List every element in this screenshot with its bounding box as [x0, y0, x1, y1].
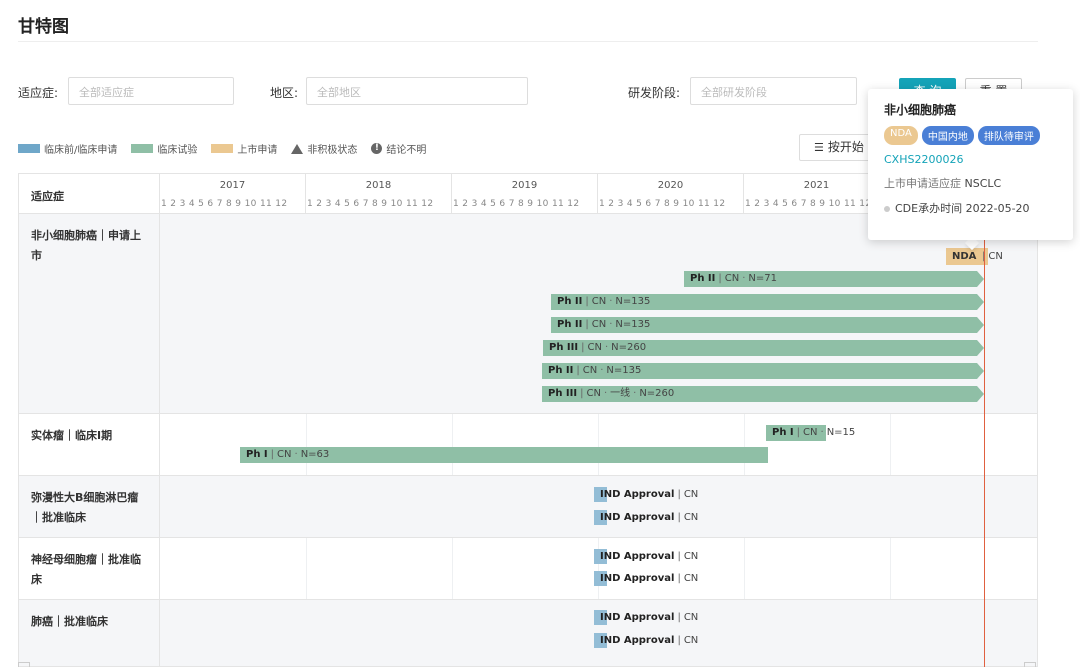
month-row: 1 2 3 4 5 6 7 8 9 10 11 12	[307, 199, 434, 209]
trial-bar[interactable]: Ph II | CN · N=135	[542, 363, 984, 379]
tooltip-date: CDE承办时间 2022-05-20	[884, 200, 1057, 216]
year-label: 2020	[657, 180, 684, 191]
bar-label: Ph III | CN · 一线 · N=260	[548, 388, 675, 399]
year-label: 2019	[511, 180, 538, 191]
ind-label: IND Approval | CN	[600, 573, 699, 584]
year-label: 2017	[219, 180, 246, 191]
bar-label: Ph I | CN · N=15	[772, 427, 856, 438]
stage-filter-input[interactable]: 全部研发阶段	[690, 77, 857, 105]
tooltip: 非小细胞肺癌 NDA 中国内地 排队待审评 CXHS2200026 上市申请适应…	[868, 89, 1073, 240]
sort-button[interactable]: ☰ 按开始	[799, 134, 879, 161]
exclamation-circle-icon: !	[371, 143, 383, 154]
trial-bar[interactable]: Ph III | CN · N=260	[543, 340, 984, 356]
bar-label: Ph II | CN · N=135	[548, 365, 642, 376]
bar-label: Ph II | CN · N=135	[557, 319, 651, 330]
bar-arrow	[977, 363, 984, 379]
row-name-dlbcl: 弥漫性大B细胞淋巴瘤｜批准临床	[19, 476, 160, 538]
row-name-lung-cancer: 肺癌｜批准临床	[19, 600, 160, 666]
legend-label: 结论不明	[386, 145, 427, 156]
legend-item-inactive: 非积极状态	[291, 141, 357, 156]
sort-list-icon: ☰	[814, 141, 824, 154]
trial-bar[interactable]: Ph II | CN · N=135	[551, 294, 984, 310]
legend-item-nda: 上市申请	[211, 141, 277, 156]
year-2019: 2019 1 2 3 4 5 6 7 8 9 10 11 12	[452, 174, 598, 214]
year-2017: 2017 1 2 3 4 5 6 7 8 9 10 11 12	[160, 174, 306, 214]
ind-label: IND Approval | CN	[600, 551, 699, 562]
bar-label: Ph I | CN · N=63	[246, 449, 330, 460]
indication-filter-input[interactable]: 全部适应症	[68, 77, 234, 105]
trial-bar[interactable]: Ph II | CN · N=135	[551, 317, 984, 333]
bar-arrow	[977, 317, 984, 333]
bar-label: Ph II | CN · N=135	[557, 296, 651, 307]
trial-bar[interactable]: Ph II | CN · N=71	[684, 271, 984, 287]
legend-swatch-nda	[211, 144, 234, 153]
trial-bar[interactable]: Ph III | CN · 一线 · N=260	[542, 386, 984, 402]
month-row: 1 2 3 4 5 6 7 8 9 10 11 12	[745, 199, 872, 209]
tooltip-tags: NDA 中国内地 排队待审评	[884, 126, 1057, 145]
tag-region: 中国内地	[921, 126, 974, 145]
legend-item-unclear: ! 结论不明	[371, 141, 426, 156]
indication-column-header: 适应症	[19, 174, 160, 214]
month-row: 1 2 3 4 5 6 7 8 9 10 11 12	[599, 199, 726, 209]
legend-swatch-clinical-trial	[131, 144, 154, 153]
ind-label: IND Approval | CN	[600, 635, 699, 646]
dot-icon	[884, 206, 890, 212]
year-label: 2018	[365, 180, 392, 191]
nda-region: |CN	[982, 251, 1003, 262]
row-band	[160, 414, 1037, 476]
row-band	[160, 476, 1037, 538]
row-name-solid-tumor: 实体瘤｜临床I期	[19, 414, 160, 476]
sort-button-label: 按开始	[827, 140, 864, 154]
triangle-icon	[291, 143, 304, 154]
legend-swatch-preclinical	[18, 144, 40, 153]
scroll-left-handle[interactable]	[18, 662, 30, 667]
region-filter-label: 地区:	[270, 86, 299, 100]
legend-item-clinical-trial: 临床试验	[131, 141, 197, 156]
year-2020: 2020 1 2 3 4 5 6 7 8 9 10 11 12	[598, 174, 744, 214]
tooltip-code-link[interactable]: CXHS2200026	[884, 153, 1057, 166]
legend-label: 临床前/临床申请	[44, 145, 118, 156]
row-band	[160, 214, 1037, 414]
title-divider	[18, 41, 1038, 42]
row-band	[160, 538, 1037, 600]
tooltip-title: 非小细胞肺癌	[884, 103, 957, 117]
year-2018: 2018 1 2 3 4 5 6 7 8 9 10 11 12	[306, 174, 452, 214]
scroll-right-handle[interactable]	[1024, 662, 1036, 667]
gantt-chart: 适应症 2017 1 2 3 4 5 6 7 8 9 10 11 12 2018…	[18, 173, 1038, 667]
month-row: 1 2 3 4 5 6 7 8 9 10 11 12	[161, 199, 288, 209]
row-name-nsclc: 非小细胞肺癌｜申请上市	[19, 214, 160, 414]
row-name-neuroblastoma: 神经母细胞瘤｜批准临床	[19, 538, 160, 600]
bar-arrow	[977, 386, 984, 402]
legend-label: 非积极状态	[307, 145, 358, 156]
legend-label: 临床试验	[157, 145, 198, 156]
today-line	[984, 213, 985, 667]
month-row: 1 2 3 4 5 6 7 8 9 10 11 12	[453, 199, 580, 209]
ind-label: IND Approval | CN	[600, 512, 699, 523]
trial-bar[interactable]: Ph I | CN · N=15	[766, 425, 876, 441]
trial-bar[interactable]: Ph I | CN · N=63	[240, 447, 768, 463]
ind-label: IND Approval | CN	[600, 489, 699, 500]
region-filter-input[interactable]: 全部地区	[306, 77, 528, 105]
legend: 临床前/临床申请 临床试验 上市申请 非积极状态 ! 结论不明	[18, 141, 440, 156]
stage-filter-label: 研发阶段:	[628, 86, 681, 100]
bar-arrow	[977, 294, 984, 310]
ind-label: IND Approval | CN	[600, 612, 699, 623]
bar-label: Ph II | CN · N=71	[690, 273, 777, 284]
bar-arrow	[977, 340, 984, 356]
indication-filter-label: 适应症:	[18, 86, 59, 100]
tooltip-indication: 上市申请适应症 NSCLC	[884, 177, 1002, 190]
tag-status: 排队待审评	[977, 126, 1040, 145]
bar-label: Ph III | CN · N=260	[549, 342, 647, 353]
bar-arrow	[977, 271, 984, 287]
page-title: 甘特图	[18, 17, 69, 37]
legend-item-preclinical: 临床前/临床申请	[18, 141, 117, 156]
legend-label: 上市申请	[237, 145, 278, 156]
tag-nda: NDA	[884, 126, 918, 145]
